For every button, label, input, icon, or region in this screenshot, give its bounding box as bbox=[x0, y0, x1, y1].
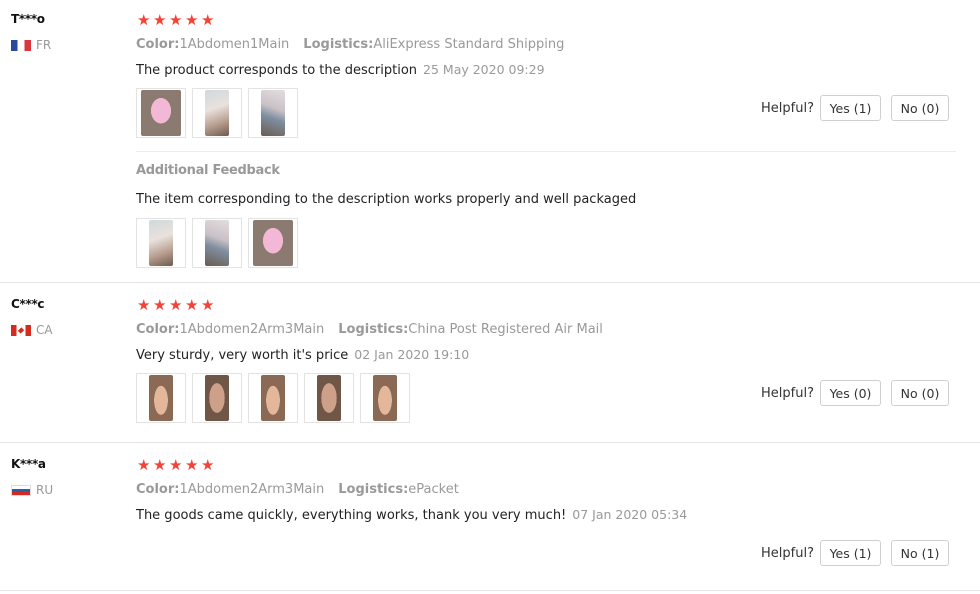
helpful-label: Helpful? bbox=[761, 386, 814, 401]
helpful-yes-button[interactable]: Yes (1) bbox=[820, 95, 881, 121]
review-photo-thumbnail[interactable] bbox=[136, 88, 186, 138]
color-value: 1Abdomen1Main bbox=[179, 37, 290, 52]
country-code: RU bbox=[36, 483, 54, 497]
photo-icon bbox=[317, 375, 341, 421]
flag-ru-icon bbox=[11, 484, 31, 496]
star-icon: ★ bbox=[153, 11, 167, 29]
review-date: 07 Jan 2020 05:34 bbox=[572, 507, 688, 522]
review-item: T***o FR ★ ★ ★ ★ ★ Color:1Abdomen1Main Lo… bbox=[0, 0, 980, 283]
review-photo-thumbnail[interactable] bbox=[192, 88, 242, 138]
helpful-no-button[interactable]: No (1) bbox=[891, 540, 949, 566]
star-icon: ★ bbox=[137, 296, 151, 314]
review-photo-thumbnail[interactable] bbox=[136, 218, 186, 268]
photo-icon bbox=[149, 220, 173, 266]
helpful-yes-button[interactable]: Yes (0) bbox=[820, 380, 881, 406]
star-icon: ★ bbox=[201, 11, 215, 29]
review-item: C***c CA ★ ★ ★ ★ ★ Color:1Abdomen2Arm3Ma… bbox=[0, 283, 980, 443]
star-rating: ★ ★ ★ ★ ★ bbox=[137, 296, 215, 314]
country-code: FR bbox=[36, 38, 52, 52]
star-icon: ★ bbox=[137, 11, 151, 29]
logistics-label: Logistics: bbox=[338, 322, 409, 337]
color-label: Color: bbox=[136, 322, 180, 337]
divider bbox=[136, 151, 956, 152]
photo-icon bbox=[261, 375, 285, 421]
star-icon: ★ bbox=[185, 11, 199, 29]
helpful-no-button[interactable]: No (0) bbox=[891, 380, 949, 406]
buyer-name: K***a bbox=[11, 457, 46, 471]
review-date: 25 May 2020 09:29 bbox=[423, 62, 545, 77]
color-value: 1Abdomen2Arm3Main bbox=[179, 322, 325, 337]
review-photo-thumbnail[interactable] bbox=[192, 218, 242, 268]
review-text: The product corresponds to the descripti… bbox=[136, 62, 545, 78]
additional-feedback-text: The item corresponding to the descriptio… bbox=[136, 192, 637, 207]
color-label: Color: bbox=[136, 482, 180, 497]
star-icon: ★ bbox=[169, 296, 183, 314]
logistics-value: China Post Registered Air Mail bbox=[408, 322, 603, 337]
helpful-no-button[interactable]: No (0) bbox=[891, 95, 949, 121]
logistics-label: Logistics: bbox=[338, 482, 409, 497]
logistics-value: ePacket bbox=[408, 482, 459, 497]
photo-icon bbox=[261, 90, 285, 136]
additional-feedback-label: Additional Feedback bbox=[136, 163, 280, 178]
review-meta: Color:1Abdomen2Arm3Main Logistics:ePacket bbox=[136, 482, 459, 497]
review-body: The product corresponds to the descripti… bbox=[136, 63, 418, 78]
review-text: The goods came quickly, everything works… bbox=[136, 507, 687, 523]
photo-icon bbox=[205, 220, 229, 266]
color-label: Color: bbox=[136, 37, 180, 52]
review-item: K***a RU ★ ★ ★ ★ ★ Color:1Abdomen2Arm3Ma… bbox=[0, 443, 980, 591]
star-icon: ★ bbox=[169, 456, 183, 474]
helpful-label: Helpful? bbox=[761, 101, 814, 116]
photo-icon bbox=[373, 375, 397, 421]
additional-photos bbox=[136, 218, 298, 268]
review-meta: Color:1Abdomen1Main Logistics:AliExpress … bbox=[136, 37, 564, 52]
flag-ca-icon bbox=[11, 324, 31, 336]
star-icon: ★ bbox=[153, 456, 167, 474]
flag-fr-icon bbox=[11, 39, 31, 51]
buyer-country: RU bbox=[11, 483, 53, 497]
star-icon: ★ bbox=[169, 11, 183, 29]
star-icon: ★ bbox=[185, 296, 199, 314]
review-photo-thumbnail[interactable] bbox=[360, 373, 410, 423]
photo-icon bbox=[149, 375, 173, 421]
star-icon: ★ bbox=[137, 456, 151, 474]
review-text: Very sturdy, very worth it's price 02 Jan… bbox=[136, 347, 469, 363]
review-photo-thumbnail[interactable] bbox=[136, 373, 186, 423]
helpful-yes-button[interactable]: Yes (1) bbox=[820, 540, 881, 566]
buyer-name: C***c bbox=[11, 297, 45, 311]
star-icon: ★ bbox=[153, 296, 167, 314]
star-rating: ★ ★ ★ ★ ★ bbox=[137, 11, 215, 29]
review-body: The goods came quickly, everything works… bbox=[136, 508, 567, 523]
color-value: 1Abdomen2Arm3Main bbox=[179, 482, 325, 497]
review-photo-thumbnail[interactable] bbox=[248, 373, 298, 423]
star-icon: ★ bbox=[201, 456, 215, 474]
review-meta: Color:1Abdomen2Arm3Main Logistics:China P… bbox=[136, 322, 603, 337]
photo-icon bbox=[205, 375, 229, 421]
logistics-value: AliExpress Standard Shipping bbox=[373, 37, 565, 52]
review-date: 02 Jan 2020 19:10 bbox=[354, 347, 470, 362]
logistics-label: Logistics: bbox=[303, 37, 374, 52]
review-photo-thumbnail[interactable] bbox=[248, 88, 298, 138]
country-code: CA bbox=[36, 323, 53, 337]
star-icon: ★ bbox=[185, 456, 199, 474]
photo-icon bbox=[141, 90, 181, 136]
review-photo-thumbnail[interactable] bbox=[192, 373, 242, 423]
helpful-label: Helpful? bbox=[761, 546, 814, 561]
review-photos bbox=[136, 373, 410, 423]
review-photos bbox=[136, 88, 298, 138]
buyer-country: FR bbox=[11, 38, 51, 52]
buyer-country: CA bbox=[11, 323, 53, 337]
review-photo-thumbnail[interactable] bbox=[248, 218, 298, 268]
review-photo-thumbnail[interactable] bbox=[304, 373, 354, 423]
review-body: Very sturdy, very worth it's price bbox=[136, 348, 349, 363]
photo-icon bbox=[205, 90, 229, 136]
star-rating: ★ ★ ★ ★ ★ bbox=[137, 456, 215, 474]
star-icon: ★ bbox=[201, 296, 215, 314]
photo-icon bbox=[253, 220, 293, 266]
buyer-name: T***o bbox=[11, 12, 45, 26]
